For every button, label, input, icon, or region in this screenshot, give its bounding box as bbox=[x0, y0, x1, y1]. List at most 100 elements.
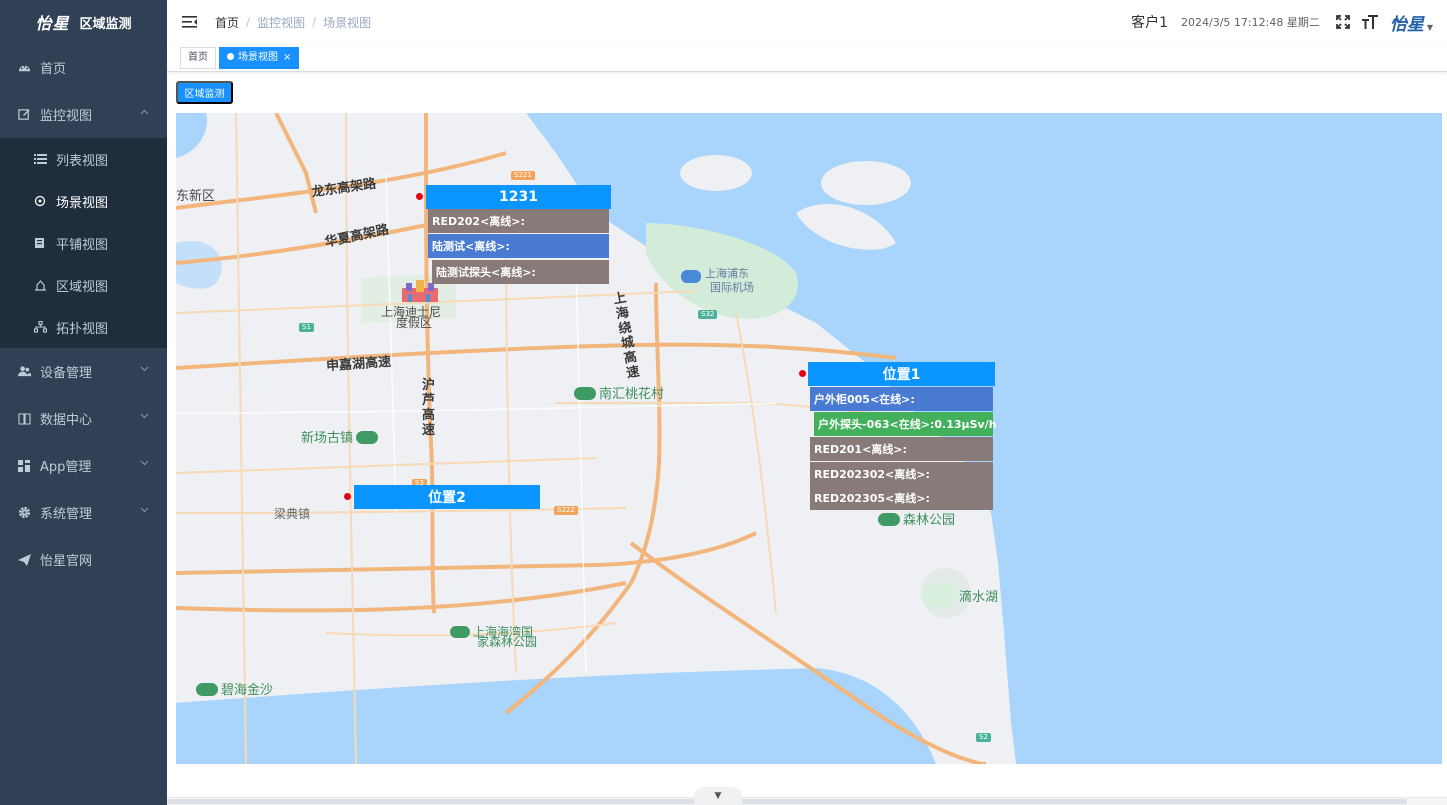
sidebar: 怡星 区域监测 首页 监控视图 列表视图 场景视图 平铺视图 区域视图 拓扑视图… bbox=[0, 0, 167, 805]
caret-down-icon[interactable]: ▼ bbox=[1427, 23, 1433, 32]
book-icon bbox=[16, 411, 32, 427]
people-icon bbox=[16, 364, 32, 380]
sidebar-item-label: 平铺视图 bbox=[56, 237, 109, 253]
sidebar-item-list-view[interactable]: 列表视图 bbox=[0, 138, 167, 180]
device-row[interactable]: RED201<离线>: bbox=[810, 437, 993, 461]
road-shield: S222 bbox=[554, 506, 578, 515]
sidebar-item-region-view[interactable]: 区域视图 bbox=[0, 264, 167, 306]
sidebar-item-tile-view[interactable]: 平铺视图 bbox=[0, 222, 167, 264]
map-pin[interactable] bbox=[799, 370, 806, 377]
sidebar-item-data-center[interactable]: 数据中心 bbox=[0, 395, 167, 442]
map-pin[interactable] bbox=[416, 193, 423, 200]
sidebar-item-scene-view[interactable]: 场景视图 bbox=[0, 180, 167, 222]
tags-view: 首页 场景视图 × bbox=[167, 44, 1447, 72]
collapse-handle[interactable]: ▼ bbox=[694, 787, 742, 805]
sidebar-item-home[interactable]: 首页 bbox=[0, 44, 167, 91]
right-menu: 客户1 2024/3/5 17:12:48 星期二 怡星 ▼ bbox=[1131, 0, 1433, 44]
marker-title[interactable]: 位置2 bbox=[354, 485, 540, 509]
map-pin[interactable] bbox=[344, 493, 351, 500]
breadcrumb-home[interactable]: 首页 bbox=[215, 14, 239, 31]
map-label: 新场古镇 bbox=[301, 427, 379, 446]
region-icon bbox=[32, 277, 48, 293]
tag-home[interactable]: 首页 bbox=[180, 47, 216, 69]
chevron-down-icon: ▼ bbox=[714, 791, 722, 801]
map-label-text: 森林公园 bbox=[903, 513, 956, 528]
device-row[interactable]: 陆测试<离线>: bbox=[428, 234, 609, 258]
breadcrumb-separator: / bbox=[312, 15, 317, 29]
gear-icon bbox=[16, 505, 32, 521]
airport-icon bbox=[681, 270, 701, 283]
sidebar-item-website[interactable]: 怡星官网 bbox=[0, 536, 167, 583]
active-dot-icon bbox=[227, 53, 234, 60]
map-label: 滴水湖 bbox=[921, 583, 998, 607]
sidebar-item-app[interactable]: App管理 bbox=[0, 442, 167, 489]
device-row[interactable]: 户外柜005<在线>: bbox=[810, 387, 993, 411]
sidebar-item-label: 数据中心 bbox=[40, 413, 93, 428]
region-monitor-button[interactable]: 区域监测 bbox=[176, 81, 233, 104]
scene-icon bbox=[32, 193, 48, 209]
map-label-text: 碧海金沙 bbox=[221, 683, 274, 698]
road-shield: S32 bbox=[698, 310, 718, 319]
sidebar-item-label: 场景视图 bbox=[56, 195, 109, 211]
breadcrumb-separator: / bbox=[246, 15, 251, 29]
map-view[interactable]: 东新区 龙东高架路 华夏高架路 上海迪士尼 度假区 申嘉湖高速 沪芦高速 上海绕… bbox=[176, 113, 1442, 764]
device-row[interactable]: 陆测试探头<离线>: bbox=[432, 260, 609, 284]
sidebar-item-monitor[interactable]: 监控视图 bbox=[0, 91, 167, 138]
edit-icon bbox=[16, 107, 32, 123]
chevron-down-icon bbox=[140, 458, 149, 469]
device-row[interactable]: RED202305<离线>: bbox=[810, 486, 993, 510]
map-label: 沪芦高速 bbox=[421, 378, 435, 438]
horizontal-scrollbar[interactable] bbox=[167, 797, 1447, 805]
chevron-down-icon bbox=[140, 364, 149, 375]
tile-icon bbox=[32, 235, 48, 251]
sidebar-item-label: 区域视图 bbox=[56, 279, 109, 295]
logo-title: 区域监测 bbox=[79, 16, 132, 32]
logo-mark: 怡星 bbox=[35, 14, 70, 33]
sidebar-item-label: App管理 bbox=[40, 460, 92, 475]
breadcrumb-monitor[interactable]: 监控视图 bbox=[257, 14, 305, 31]
park-icon bbox=[878, 513, 900, 526]
marker-title[interactable]: 位置1 bbox=[808, 362, 995, 386]
sidebar-item-label: 怡星官网 bbox=[40, 554, 93, 569]
sidebar-logo[interactable]: 怡星 区域监测 bbox=[0, 0, 167, 44]
app-root: 怡星 区域监测 首页 监控视图 列表视图 场景视图 平铺视图 区域视图 拓扑视图… bbox=[0, 0, 1447, 805]
map-label-text: 滴水湖 bbox=[959, 590, 999, 605]
grid-icon bbox=[16, 458, 32, 474]
chevron-up-icon bbox=[140, 107, 149, 118]
chevron-down-icon bbox=[140, 411, 149, 422]
sidebar-item-topology-view[interactable]: 拓扑视图 bbox=[0, 306, 167, 348]
map-label: 梁典镇 bbox=[274, 507, 311, 521]
park-icon bbox=[450, 626, 470, 638]
map-label: 国际机场 bbox=[710, 281, 754, 294]
close-icon[interactable]: × bbox=[283, 52, 291, 63]
marker-title[interactable]: 1231 bbox=[426, 185, 611, 209]
tag-scene-view[interactable]: 场景视图 × bbox=[219, 47, 300, 69]
scrollbar-thumb[interactable] bbox=[167, 799, 1407, 804]
sidebar-item-system[interactable]: 系统管理 bbox=[0, 489, 167, 536]
menu-fold-icon[interactable] bbox=[181, 14, 197, 30]
fullscreen-icon[interactable] bbox=[1335, 15, 1350, 29]
user-avatar-logo[interactable]: 怡星 bbox=[1390, 10, 1424, 35]
device-row[interactable]: RED202<离线>: bbox=[428, 209, 609, 233]
sidebar-item-label: 系统管理 bbox=[40, 507, 93, 522]
device-row[interactable]: 户外探头-063<在线>:0.13μSv/h bbox=[814, 412, 997, 436]
font-size-icon[interactable] bbox=[1361, 15, 1378, 29]
park-icon bbox=[196, 683, 218, 696]
user-name: 客户1 bbox=[1131, 15, 1169, 31]
sidebar-item-label: 设备管理 bbox=[40, 366, 93, 381]
navbar: 首页 / 监控视图 / 场景视图 客户1 2024/3/5 17:12:48 星… bbox=[167, 0, 1447, 44]
park-icon bbox=[356, 431, 379, 444]
park-icon bbox=[921, 583, 957, 607]
datetime: 2024/3/5 17:12:48 星期二 bbox=[1181, 16, 1320, 29]
map-label: 家森林公园 bbox=[477, 635, 538, 649]
tag-label: 首页 bbox=[188, 52, 208, 63]
road-shield: S2 bbox=[976, 733, 991, 742]
device-row[interactable]: RED202302<离线>: bbox=[810, 462, 993, 486]
map-label: 东新区 bbox=[176, 189, 216, 204]
road-shield: S221 bbox=[511, 171, 535, 180]
map-label-text: 南汇桃花村 bbox=[599, 387, 665, 402]
sidebar-item-device[interactable]: 设备管理 bbox=[0, 348, 167, 395]
sidebar-item-label: 拓扑视图 bbox=[56, 321, 109, 337]
topology-icon bbox=[32, 319, 48, 335]
breadcrumb: 首页 / 监控视图 / 场景视图 bbox=[215, 14, 371, 31]
